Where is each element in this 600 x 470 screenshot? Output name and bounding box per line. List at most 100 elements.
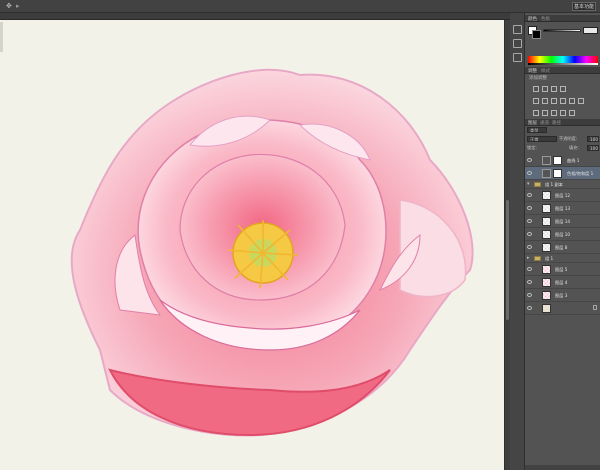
opacity-field[interactable]: 100% [587, 136, 599, 142]
blend-mode-select[interactable]: 正常 [527, 136, 557, 142]
layer-mask-thumbnail[interactable] [553, 169, 562, 178]
background-layer-row[interactable] [525, 302, 600, 315]
adjustment-icons-row-2 [533, 98, 595, 104]
visibility-eye-icon[interactable] [527, 232, 532, 236]
history-icon[interactable] [513, 25, 522, 34]
layer-row[interactable]: 图层 3 [525, 289, 600, 302]
panel-dock: 颜色 色板 调整 样式 添加调整 图层 通道 路径 类型 正常 不透明度: 10… [525, 13, 600, 470]
grayscale-ramp[interactable] [528, 63, 598, 65]
layer-name[interactable]: 图层 14 [555, 219, 570, 225]
layer-thumbnail[interactable] [542, 291, 551, 300]
visibility-eye-icon[interactable] [527, 158, 532, 162]
layer-row[interactable]: 色相/饱和度 1 [525, 167, 600, 180]
posterize-icon[interactable] [542, 110, 548, 116]
layers-panel-tabs: 图层 通道 路径 [525, 119, 600, 126]
channel-mixer-icon[interactable] [578, 98, 584, 104]
visibility-eye-icon[interactable] [527, 306, 532, 310]
layer-name[interactable]: 图层 8 [555, 245, 567, 251]
layer-name[interactable]: 图层 4 [555, 280, 567, 286]
layer-group-row[interactable]: ▸ 组 1 [525, 254, 600, 263]
lock-icon [593, 305, 597, 310]
layer-controls: 类型 正常 不透明度: 100% 锁定: 填充: 100% [525, 126, 600, 154]
gradient-map-icon[interactable] [560, 110, 566, 116]
layer-row[interactable]: 图层 10 [525, 228, 600, 241]
layer-thumbnail[interactable] [542, 217, 551, 226]
layers-panel-footer [525, 465, 600, 470]
group-name[interactable]: 组 1 副本 [545, 182, 563, 188]
tab-swatches[interactable]: 色板 [541, 16, 550, 22]
layer-name[interactable]: 色相/饱和度 1 [567, 171, 593, 177]
fill-field[interactable]: 100% [587, 145, 599, 151]
group-expand-arrow-icon[interactable]: ▾ [527, 181, 530, 187]
layer-thumbnail[interactable] [542, 304, 551, 313]
move-tool-icon[interactable]: ✥ [6, 2, 12, 10]
tool-options-icon[interactable]: ▸ [16, 2, 20, 10]
curves-icon[interactable] [551, 86, 557, 92]
color-slider[interactable] [543, 29, 581, 32]
visibility-eye-icon[interactable] [527, 219, 532, 223]
layers-list: 曲线 1 色相/饱和度 1 ▾ 组 1 副本 图层 12 图层 13 图层 14… [525, 154, 600, 324]
properties-icon[interactable] [513, 39, 522, 48]
layer-row[interactable]: 图层 4 [525, 276, 600, 289]
visibility-eye-icon[interactable] [527, 293, 532, 297]
layer-mask-thumbnail[interactable] [553, 156, 562, 165]
layer-row[interactable]: 曲线 1 [525, 154, 600, 167]
visibility-eye-icon[interactable] [527, 267, 532, 271]
layer-name[interactable]: 图层 10 [555, 232, 570, 238]
tab-styles[interactable]: 样式 [541, 68, 550, 74]
adjustment-icons-row-3 [533, 110, 595, 116]
layer-name[interactable]: 图层 13 [555, 206, 570, 212]
tab-color[interactable]: 颜色 [528, 16, 537, 22]
layer-thumbnail[interactable] [542, 265, 551, 274]
folder-icon [534, 256, 541, 261]
folder-icon [534, 182, 541, 187]
layer-row[interactable]: 图层 13 [525, 202, 600, 215]
layer-row[interactable]: 图层 12 [525, 189, 600, 202]
adjustments-title: 添加调整 [529, 76, 547, 81]
visibility-eye-icon[interactable] [527, 171, 532, 175]
layer-thumbnail[interactable] [542, 243, 551, 252]
ruler-mark [0, 22, 3, 52]
levels-icon[interactable] [542, 86, 548, 92]
photo-filter-icon[interactable] [569, 98, 575, 104]
visibility-eye-icon[interactable] [527, 193, 532, 197]
visibility-eye-icon[interactable] [527, 206, 532, 210]
brush-presets-icon[interactable] [513, 53, 522, 62]
color-value-field[interactable] [583, 27, 598, 34]
group-collapse-arrow-icon[interactable]: ▸ [527, 255, 530, 261]
color-spectrum-ramp[interactable] [528, 56, 598, 63]
layer-row[interactable]: 图层 14 [525, 215, 600, 228]
group-name[interactable]: 组 1 [545, 256, 553, 262]
workspace-switcher[interactable]: 基本功能 [572, 2, 596, 11]
tab-adjustments[interactable]: 调整 [528, 68, 537, 74]
scrollbar-thumb[interactable] [506, 200, 509, 320]
layer-kind-filter[interactable]: 类型 [527, 127, 547, 133]
brightness-icon[interactable] [533, 86, 539, 92]
layer-group-row[interactable]: ▾ 组 1 副本 [525, 180, 600, 189]
peony-artwork [70, 68, 474, 437]
hue-saturation-icon[interactable] [542, 98, 548, 104]
selective-color-icon[interactable] [569, 110, 575, 116]
vibrance-icon[interactable] [533, 98, 539, 104]
layer-name[interactable]: 图层 5 [555, 267, 567, 273]
invert-icon[interactable] [533, 110, 539, 116]
layer-name[interactable]: 曲线 1 [567, 158, 579, 164]
layer-thumbnail[interactable] [542, 204, 551, 213]
layer-thumbnail[interactable] [542, 191, 551, 200]
layer-thumbnail[interactable] [542, 230, 551, 239]
threshold-icon[interactable] [551, 110, 557, 116]
color-balance-icon[interactable] [551, 98, 557, 104]
exposure-icon[interactable] [560, 86, 566, 92]
black-white-icon[interactable] [560, 98, 566, 104]
document-tab-strip[interactable] [0, 13, 510, 20]
hue-saturation-adjustment-icon [542, 169, 551, 178]
opacity-label: 不透明度: [559, 136, 578, 141]
visibility-eye-icon[interactable] [527, 280, 532, 284]
layer-row[interactable]: 图层 8 [525, 241, 600, 254]
layer-thumbnail[interactable] [542, 278, 551, 287]
layer-name[interactable]: 图层 3 [555, 293, 567, 299]
layer-name[interactable]: 图层 12 [555, 193, 570, 199]
layer-row[interactable]: 图层 5 [525, 263, 600, 276]
background-color-swatch[interactable] [532, 30, 541, 39]
visibility-eye-icon[interactable] [527, 245, 532, 249]
